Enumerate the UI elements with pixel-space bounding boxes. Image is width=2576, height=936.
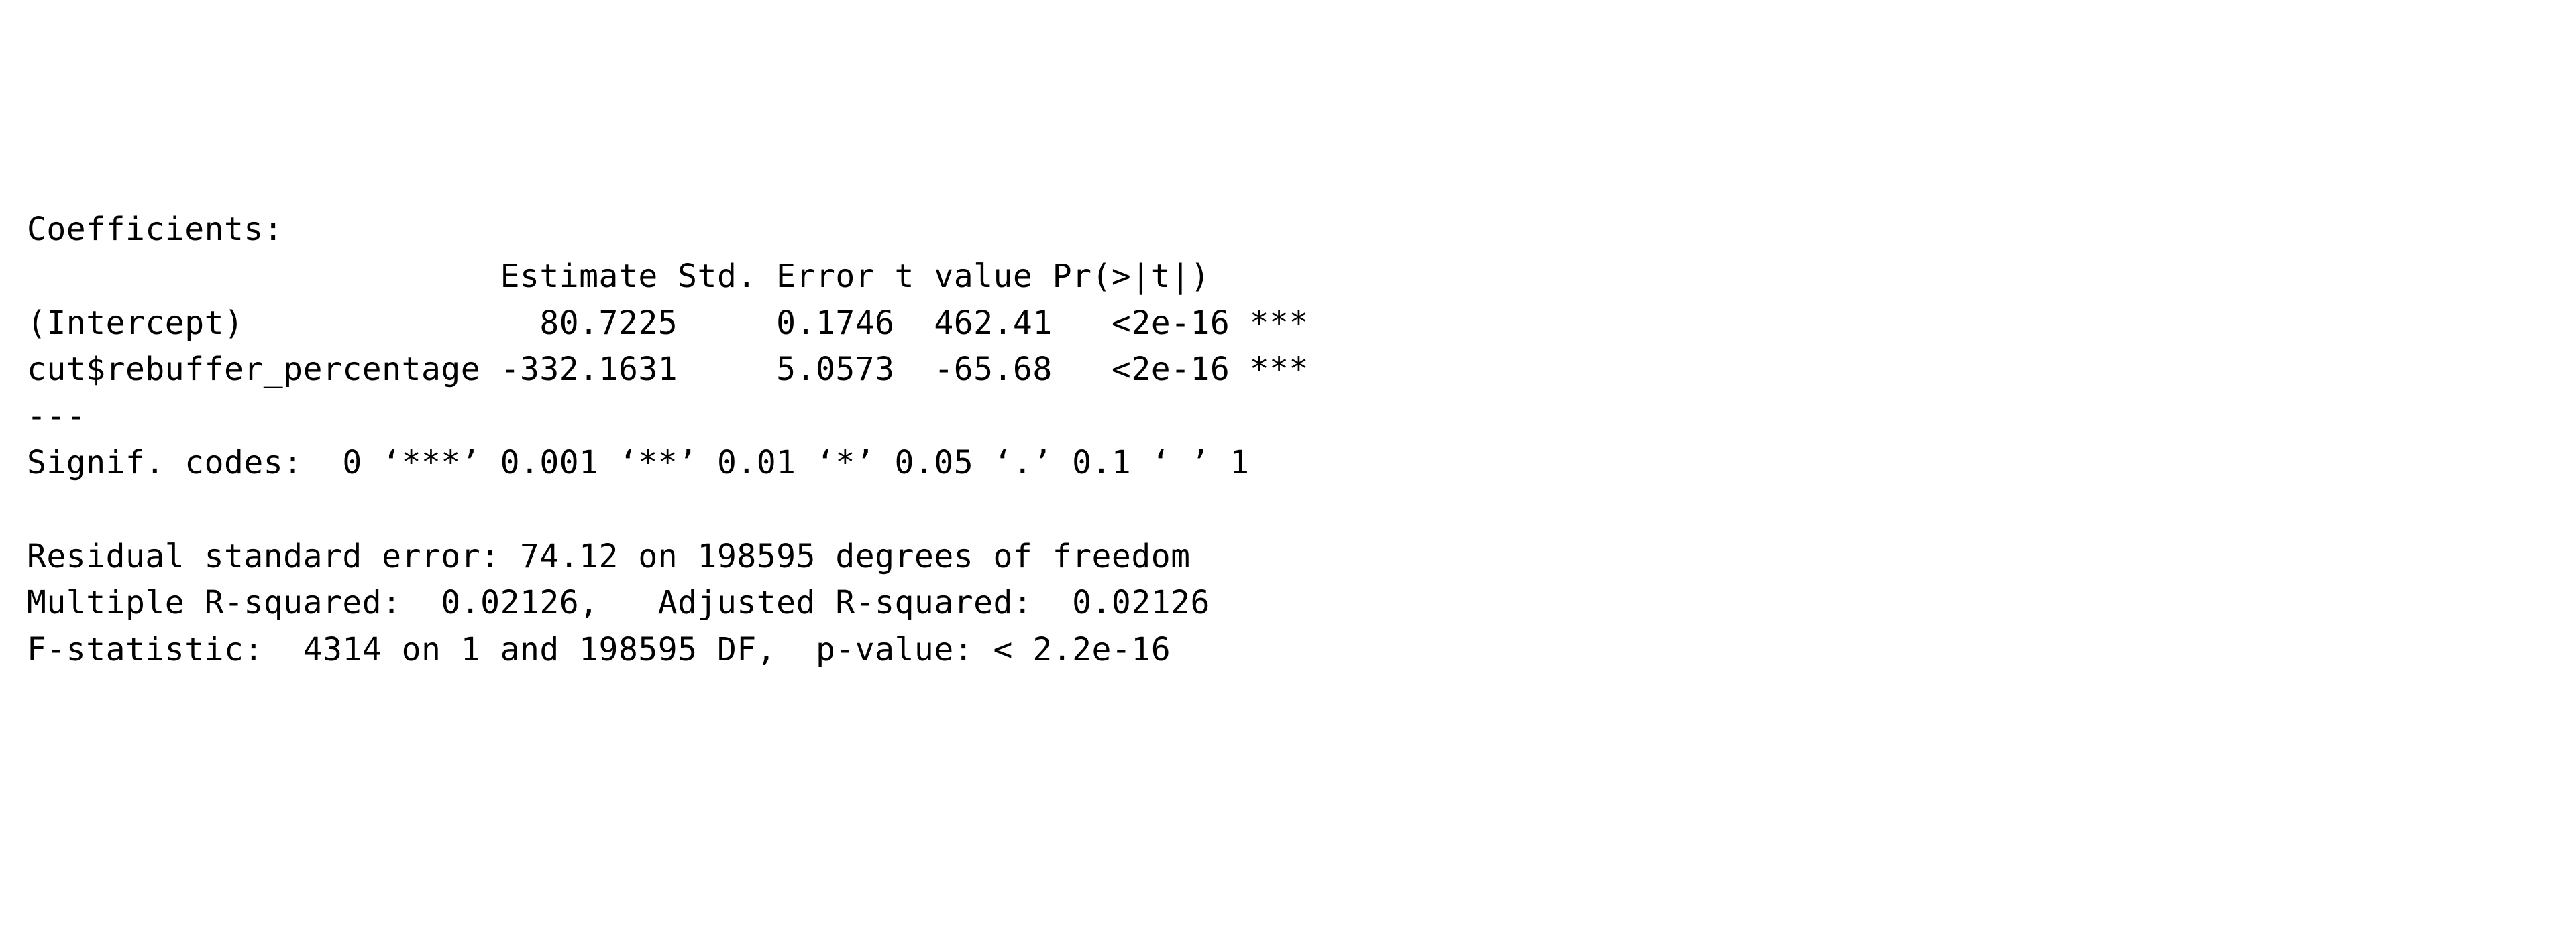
coefficients-title: Coefficients: <box>27 211 283 248</box>
coefficient-row-rebuffer: cut$rebuffer_percentage -332.1631 5.0573… <box>27 351 1309 388</box>
r-squared-line: Multiple R-squared: 0.02126, Adjusted R-… <box>27 584 1210 622</box>
residual-standard-error: Residual standard error: 74.12 on 198595… <box>27 538 1191 575</box>
r-summary-output: Coefficients: Estimate Std. Error t valu… <box>27 207 2549 673</box>
significance-codes: Signif. codes: 0 ‘***’ 0.001 ‘**’ 0.01 ‘… <box>27 444 1250 481</box>
divider-line: --- <box>27 398 86 435</box>
column-headers: Estimate Std. Error t value Pr(>|t|) <box>27 257 1210 295</box>
f-statistic-line: F-statistic: 4314 on 1 and 198595 DF, p-… <box>27 631 1171 668</box>
coefficient-row-intercept: (Intercept) 80.7225 0.1746 462.41 <2e-16… <box>27 304 1309 342</box>
